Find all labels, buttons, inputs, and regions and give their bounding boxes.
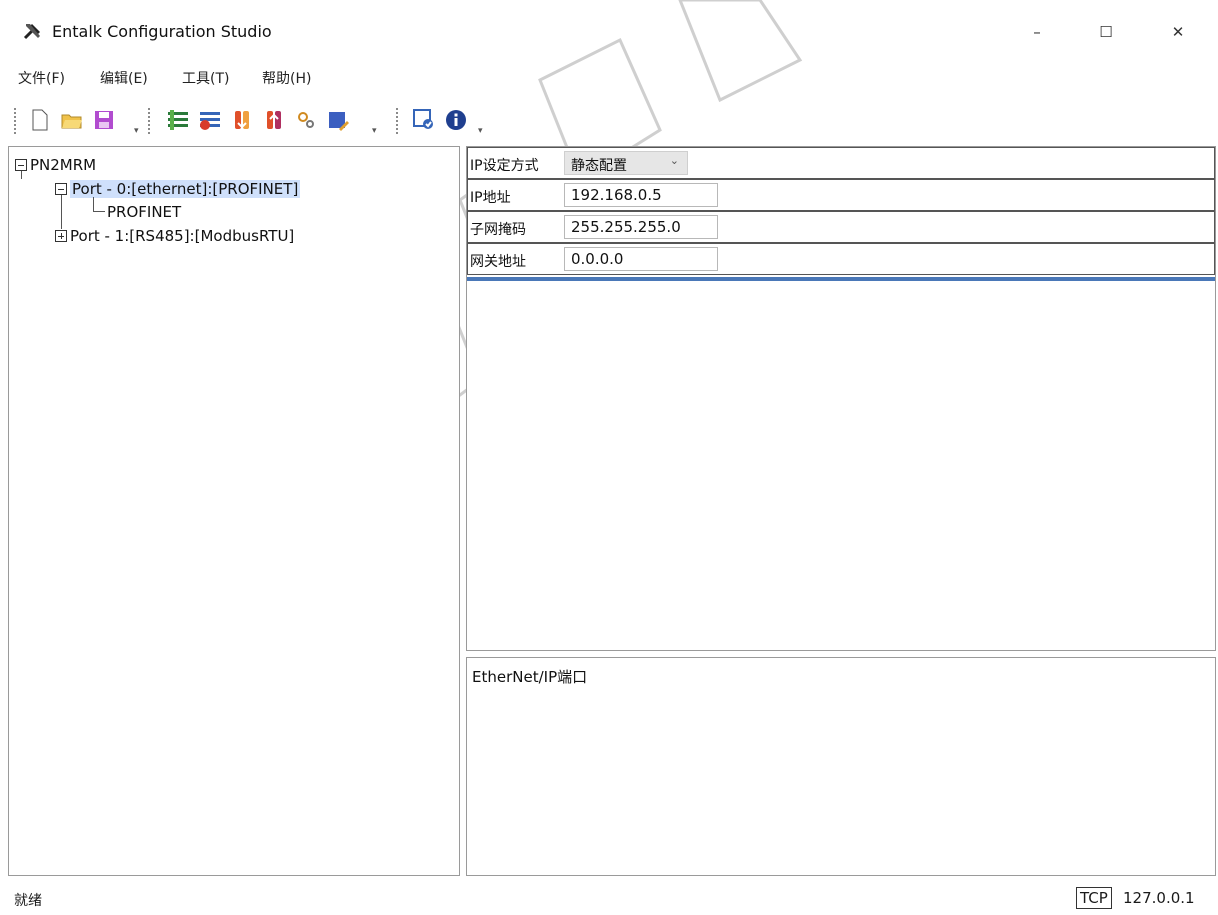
- prop-label: IP设定方式: [470, 158, 539, 174]
- protocol-badge: TCP: [1076, 887, 1112, 909]
- upload-button[interactable]: [230, 106, 254, 134]
- description-panel: EtherNet/IP端口: [466, 657, 1216, 876]
- expand-icon[interactable]: [55, 229, 67, 242]
- minimize-icon: –: [1033, 23, 1041, 41]
- toolbar-dropdown-icon[interactable]: ▾: [134, 126, 139, 136]
- remove-module-icon: [200, 112, 220, 130]
- tree-node-profinet[interactable]: PROFINET: [107, 203, 181, 221]
- menu-tools[interactable]: 工具(T): [182, 68, 229, 88]
- monitor-button[interactable]: [412, 106, 436, 134]
- subnet-mask-field[interactable]: 255.255.255.0: [564, 215, 718, 239]
- tree-node-port1[interactable]: Port - 1:[RS485]:[ModbusRTU]: [55, 227, 294, 245]
- open-folder-icon: [61, 114, 82, 129]
- prop-row-ip: IP地址 192.168.0.5: [467, 179, 1215, 211]
- collapse-icon[interactable]: [55, 182, 67, 195]
- toolbar-grip[interactable]: [396, 108, 399, 134]
- maximize-icon: ☐: [1099, 23, 1113, 41]
- close-button[interactable]: ✕: [1155, 14, 1201, 50]
- new-file-icon: [32, 109, 48, 131]
- tree-connector: [93, 211, 105, 212]
- ip-mode-select[interactable]: 静态配置 ⌄: [564, 151, 688, 175]
- prop-label: IP地址: [470, 190, 511, 206]
- upload-icon: [235, 111, 249, 129]
- prop-row-ip-mode: IP设定方式 静态配置 ⌄: [467, 147, 1215, 179]
- property-panel: IP设定方式 静态配置 ⌄ IP地址 192.168.0.5 子网掩码 255.…: [466, 146, 1216, 651]
- menu-edit[interactable]: 编辑(E): [100, 68, 148, 88]
- tree-connector: [93, 197, 94, 211]
- tree-connector: [21, 171, 22, 179]
- info-button[interactable]: [444, 106, 468, 134]
- edit-button[interactable]: [326, 106, 350, 134]
- maximize-button[interactable]: ☐: [1083, 14, 1129, 50]
- edit-icon: [329, 112, 349, 131]
- ip-address-field[interactable]: 192.168.0.5: [564, 183, 718, 207]
- close-icon: ✕: [1171, 23, 1185, 41]
- title-bar: Entalk Configuration Studio – ☐ ✕: [0, 0, 1218, 60]
- toolbar-dropdown-icon[interactable]: ▾: [372, 126, 377, 136]
- chevron-down-icon: ⌄: [669, 154, 679, 167]
- toolbar: ▾ ▾ ▾: [0, 96, 1218, 142]
- select-value: 静态配置: [571, 158, 627, 174]
- prop-label: 网关地址: [470, 254, 526, 270]
- settings-button[interactable]: [294, 106, 318, 134]
- toolbar-dropdown-icon[interactable]: ▾: [478, 126, 483, 136]
- open-button[interactable]: [60, 106, 84, 134]
- menu-bar: 文件(F) 编辑(E) 工具(T) 帮助(H): [0, 60, 1218, 94]
- settings-icon: [298, 112, 314, 128]
- download-icon: [267, 111, 281, 129]
- collapse-icon[interactable]: [15, 158, 27, 171]
- prop-label: 子网掩码: [470, 222, 526, 238]
- monitor-icon: [413, 109, 433, 129]
- prop-row-mask: 子网掩码 255.255.255.0: [467, 211, 1215, 243]
- download-button[interactable]: [262, 106, 286, 134]
- tree-node-label: Port - 1:[RS485]:[ModbusRTU]: [70, 227, 295, 245]
- menu-file[interactable]: 文件(F): [18, 68, 65, 88]
- status-text: 就绪: [14, 893, 42, 909]
- description-text: EtherNet/IP端口: [472, 668, 588, 686]
- tree-node-label: PROFINET: [107, 203, 182, 221]
- tree-node-port0[interactable]: Port - 0:[ethernet]:[PROFINET]: [55, 180, 301, 198]
- device-tree-panel[interactable]: PN2MRM Port - 0:[ethernet]:[PROFINET] PR…: [8, 146, 460, 876]
- add-module-icon: [168, 110, 188, 130]
- tree-connector: [61, 195, 62, 229]
- tree-node-label: Port - 0:[ethernet]:[PROFINET]: [70, 180, 301, 198]
- tree-node-label: PN2MRM: [30, 156, 97, 174]
- minimize-button[interactable]: –: [1014, 14, 1060, 50]
- grid-divider: [467, 277, 1215, 281]
- window-title: Entalk Configuration Studio: [52, 22, 272, 41]
- tree-node-root[interactable]: PN2MRM: [15, 156, 96, 174]
- status-bar: 就绪 TCP 127.0.0.1: [0, 880, 1218, 915]
- new-file-button[interactable]: [28, 106, 52, 134]
- toolbar-grip[interactable]: [148, 108, 151, 134]
- toolbar-grip[interactable]: [14, 108, 17, 134]
- save-icon: [95, 111, 113, 129]
- remove-module-button[interactable]: [198, 106, 222, 134]
- prop-row-gateway: 网关地址 0.0.0.0: [467, 243, 1215, 275]
- menu-help[interactable]: 帮助(H): [262, 68, 311, 88]
- add-module-button[interactable]: [166, 106, 190, 134]
- tools-app-icon: [23, 24, 40, 40]
- info-icon: [446, 110, 466, 130]
- gateway-field[interactable]: 0.0.0.0: [564, 247, 718, 271]
- connection-ip: 127.0.0.1: [1123, 889, 1195, 907]
- save-button[interactable]: [92, 106, 116, 134]
